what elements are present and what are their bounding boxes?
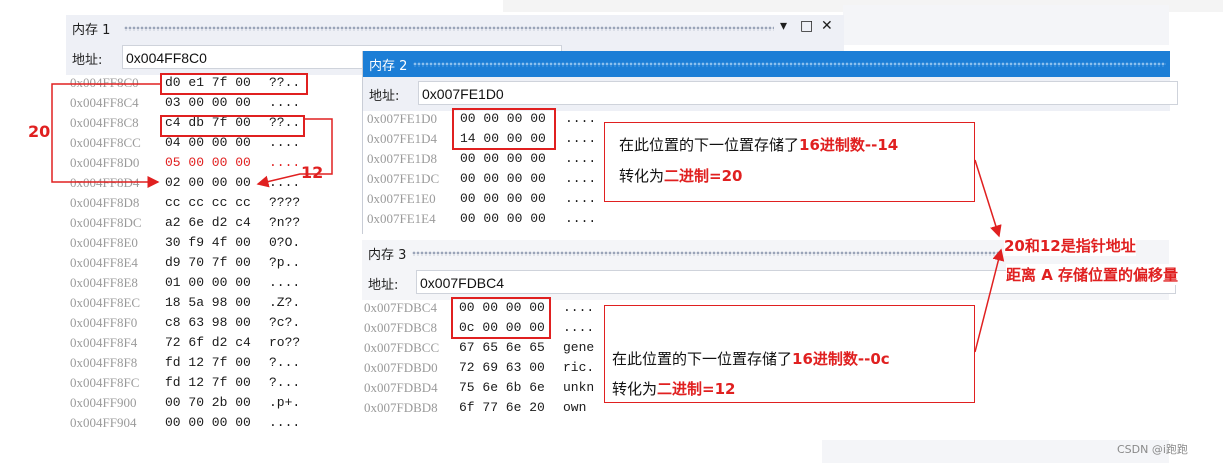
note-2-text: 在此位置的下一位置存储了 — [612, 350, 793, 368]
note-1-highlight-hex: 16进制数--14 — [799, 136, 899, 154]
note-2-line-1: 在此位置的下一位置存储了16进制数--0c — [612, 348, 890, 369]
note-2-line-2: 转化为二进制=12 — [612, 378, 735, 399]
bracket-20-line — [51, 83, 160, 188]
note-2-highlight-hex: 16进制数--0c — [792, 350, 890, 368]
label-12: 12 — [301, 163, 324, 182]
arrow-note1-conclusion — [974, 159, 1002, 238]
note-1-text: 在此位置的下一位置存储了 — [619, 136, 800, 154]
note-1-line-1: 在此位置的下一位置存储了16进制数--14 — [619, 134, 898, 155]
label-20: 20 — [28, 122, 51, 141]
annotation-note-2: 在此位置的下一位置存储了16进制数--0c 转化为二进制=12 — [604, 305, 975, 403]
conclusion-line-1: 20和12是指针地址 — [1004, 235, 1136, 256]
note-2-highlight-bin: 二进制=12 — [657, 380, 736, 398]
arrow-note2-conclusion — [974, 248, 1005, 353]
annotation-note-1: 在此位置的下一位置存储了16进制数--14 转化为二进制=20 — [604, 122, 975, 202]
watermark: CSDN @i跑跑 — [1117, 443, 1188, 456]
note-1-line-2: 转化为二进制=20 — [619, 165, 742, 186]
note-1-text-2: 转化为 — [619, 167, 665, 185]
note-2-text-2: 转化为 — [612, 380, 658, 398]
conclusion-line-2: 距离 A 存储位置的偏移量 — [1006, 264, 1179, 285]
note-1-highlight-bin: 二进制=20 — [664, 167, 743, 185]
